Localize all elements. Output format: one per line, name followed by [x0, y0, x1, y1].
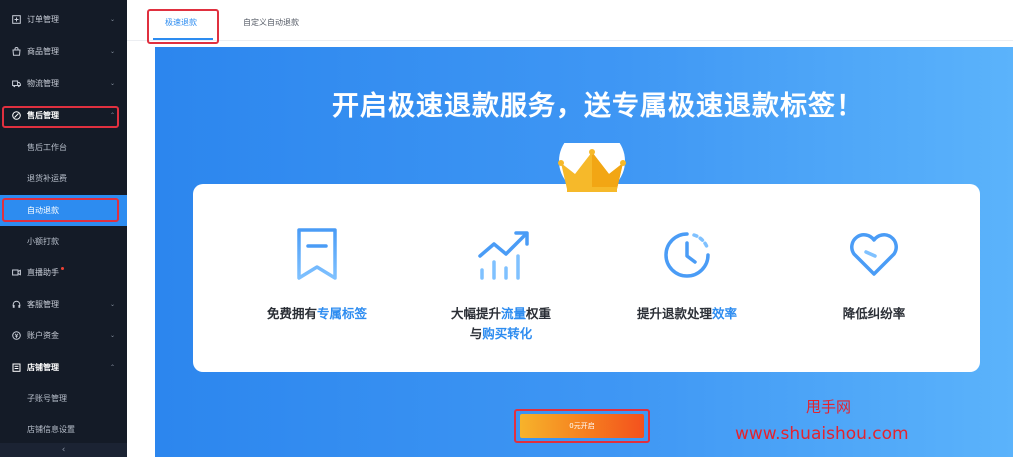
growth-chart-icon	[478, 231, 529, 280]
aftersale-icon	[12, 111, 21, 120]
collapse-sidebar-button[interactable]: ‹	[0, 443, 127, 457]
live-icon	[12, 268, 21, 277]
sidebar-item-aftersale-workbench[interactable]: 售后工作台	[0, 132, 127, 163]
tab-divider	[127, 40, 1013, 41]
feature-highlight: 专属标签	[317, 306, 368, 321]
feature-text: 提升退款处理效率	[597, 304, 777, 324]
sidebar-item-account-funds[interactable]: 账户资金 ⌄	[0, 320, 127, 351]
sidebar-item-label-text: 直播助手	[27, 268, 59, 277]
feature-text-part: 大幅提升	[450, 306, 501, 321]
tab-bar: 极速退款 自定义自动退款	[127, 0, 1013, 44]
sidebar: 订单管理 ⌄ 商品管理 ⌄ 物流管理 ⌄ 售后管理 ⌃ 售后工作台 退货补运费 …	[0, 0, 127, 457]
sidebar-item-products[interactable]: 商品管理 ⌄	[0, 36, 127, 67]
notification-dot	[61, 267, 64, 270]
chevron-up-icon: ⌃	[109, 112, 115, 119]
order-icon	[12, 15, 21, 24]
feature-traffic-boost: 大幅提升流量权重 与购买转化	[414, 224, 594, 344]
feature-text-part: 免费拥有	[266, 306, 317, 321]
sidebar-item-label: 客服管理	[27, 300, 59, 309]
feature-text: 大幅提升流量权重 与购买转化	[408, 304, 594, 344]
feature-text-part: 降低纠纷率	[842, 306, 906, 321]
sidebar-item-label: 子账号管理	[27, 394, 67, 403]
chevron-down-icon: ⌄	[109, 301, 115, 308]
sidebar-item-shop-info[interactable]: 店铺信息设置	[0, 414, 127, 445]
feature-text: 免费拥有专属标签	[227, 304, 407, 324]
chevron-down-icon: ⌄	[109, 16, 115, 23]
feature-text: 降低纠纷率	[784, 304, 964, 324]
sidebar-item-customer-service[interactable]: 客服管理 ⌄	[0, 289, 127, 320]
sidebar-item-aftersale[interactable]: 售后管理 ⌃	[0, 100, 127, 131]
heart-icon	[850, 233, 898, 276]
sidebar-item-logistics[interactable]: 物流管理 ⌄	[0, 68, 127, 99]
sidebar-item-label: 售后工作台	[27, 143, 67, 152]
sidebar-item-label: 商品管理	[27, 47, 59, 56]
tab-custom-auto-refund[interactable]: 自定义自动退款	[243, 17, 299, 28]
sidebar-item-small-payment[interactable]: 小额打款	[0, 226, 127, 257]
sidebar-item-label: 自动退款	[27, 206, 59, 215]
chevron-down-icon: ⌄	[109, 332, 115, 339]
feature-exclusive-tag: 免费拥有专属标签	[227, 224, 407, 324]
feature-text-part: 权重	[526, 306, 552, 321]
sidebar-item-label: 小额打款	[27, 237, 59, 246]
shop-icon	[12, 363, 21, 372]
sidebar-item-label: 店铺管理	[27, 363, 59, 372]
money-icon	[12, 331, 21, 340]
sidebar-item-label: 账户资金	[27, 331, 59, 340]
chevron-up-icon: ⌃	[109, 364, 115, 371]
chevron-down-icon: ⌄	[109, 80, 115, 87]
clock-icon	[664, 232, 710, 278]
feature-text-part: 与	[469, 326, 483, 341]
sidebar-item-live[interactable]: 直播助手	[0, 257, 127, 288]
tab-express-refund[interactable]: 极速退款	[165, 17, 197, 28]
chevron-down-icon: ⌄	[109, 48, 115, 55]
feature-highlight: 流量	[500, 306, 526, 321]
bag-icon	[12, 47, 21, 56]
sidebar-item-label: 售后管理	[27, 111, 59, 120]
sidebar-item-label: 订单管理	[27, 15, 59, 24]
watermark-site-name: 甩手网	[806, 398, 852, 416]
headset-icon	[12, 300, 21, 309]
crown-badge	[547, 143, 637, 203]
feature-highlight: 效率	[712, 306, 738, 321]
feature-refund-efficiency: 提升退款处理效率	[597, 224, 777, 324]
enable-free-button[interactable]: 0元开启	[520, 414, 644, 438]
feature-text-part: 提升退款处理	[636, 306, 712, 321]
sidebar-item-orders[interactable]: 订单管理 ⌄	[0, 4, 127, 35]
banner-headline: 开启极速退款服务，送专属极速退款标签！	[155, 84, 1013, 123]
sidebar-item-auto-refund[interactable]: 自动退款	[0, 195, 127, 226]
feature-reduce-disputes: 降低纠纷率	[784, 224, 964, 324]
bookmark-icon	[297, 228, 337, 280]
sidebar-item-return-shipping[interactable]: 退货补运费	[0, 163, 127, 194]
truck-icon	[12, 79, 21, 88]
sidebar-item-sub-accounts[interactable]: 子账号管理	[0, 383, 127, 414]
sidebar-item-label: 物流管理	[27, 79, 59, 88]
watermark-url: www.shuaishou.com	[735, 424, 909, 444]
sidebar-item-label: 店铺信息设置	[27, 425, 75, 434]
sidebar-item-label: 直播助手	[27, 267, 64, 278]
sidebar-item-shop[interactable]: 店铺管理 ⌃	[0, 352, 127, 383]
feature-highlight: 购买转化	[482, 326, 533, 341]
sidebar-item-label: 退货补运费	[27, 174, 67, 183]
banner-headline-text: 开启极速退款服务，送专属极速退款标签！	[332, 91, 864, 122]
